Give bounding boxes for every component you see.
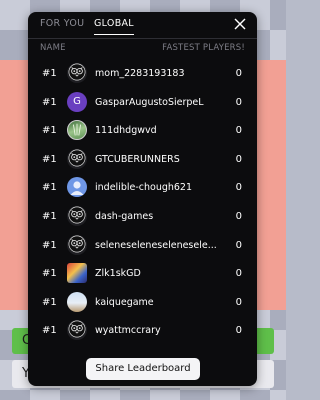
score-value: 0 [235,125,242,137]
score-value: 0 [235,268,242,280]
score-value: 0 [235,153,242,165]
username: kaiquegame [95,296,154,308]
score-value: 0 [235,210,242,222]
column-header: NAME FASTEST PLAYERS! [40,43,245,55]
leaderboard-tabs: FOR YOU GLOBAL [28,12,257,39]
rank-label: #1 [42,296,57,308]
tab-for-you[interactable]: FOR YOU [40,18,84,34]
photo-avatar [67,120,87,141]
score-value: 0 [235,96,242,108]
score-value: 0 [235,182,242,194]
score-value: 0 [235,68,242,79]
share-leaderboard-button[interactable]: Share Leaderboard [86,358,200,380]
table-row[interactable]: #1 G GasparAugustoSierpeL 0 [28,89,257,118]
score-value: 0 [235,296,242,308]
table-row[interactable]: #1 wyattmccrary 0 [28,317,257,346]
rank-label: #1 [42,325,57,337]
owl-logo-avatar [67,205,87,226]
table-row[interactable]: #1 GTCUBERUNNERS 0 [28,146,257,175]
table-row[interactable]: #1 111dhdgwvd 0 [28,117,257,146]
table-row[interactable]: #1 kaiquegame 0 [28,289,257,318]
username: GTCUBERUNNERS [95,153,180,165]
leaderboard-modal: FOR YOU GLOBAL NAME FASTEST PLAYERS! #1 m… [28,12,257,386]
username: indelible-chough621 [95,182,193,194]
rank-label: #1 [42,68,57,79]
rank-label: #1 [42,268,57,280]
tab-global[interactable]: GLOBAL [94,18,134,35]
owl-logo-avatar [67,148,87,169]
owl-logo-avatar [67,320,87,341]
table-row[interactable]: #1 dash-games 0 [28,203,257,232]
owl-logo-avatar [67,234,87,255]
username: Zlk1skGD [95,268,141,280]
rank-label: #1 [42,182,57,194]
rank-label: #1 [42,153,57,165]
person-avatar [67,177,87,198]
username: dash-games [95,210,154,222]
username: 111dhdgwvd [95,125,157,137]
username: mom_2283193183 [95,68,185,79]
close-icon[interactable] [233,17,247,31]
table-row[interactable]: #1 indelible-chough621 0 [28,174,257,203]
game-avatar [67,263,87,284]
column-fastest-label: FASTEST PLAYERS! [162,43,245,53]
room-photo-avatar [67,291,87,312]
score-value: 0 [235,325,242,337]
rank-label: #1 [42,210,57,222]
letter-avatar: G [67,91,87,112]
username: wyattmccrary [95,325,161,337]
avatar-letter: G [73,95,81,107]
username: GasparAugustoSierpeL [95,96,204,108]
leaderboard-list: #1 mom_2283193183 0 #1 G GasparAugustoSierpeL… [28,60,257,346]
rank-label: #1 [42,96,57,108]
score-value: 0 [235,239,242,251]
username: seleneseleneselenesele... [95,239,217,251]
owl-logo-avatar [67,63,87,83]
rank-label: #1 [42,239,57,251]
column-name-label: NAME [40,43,66,53]
table-row[interactable]: #1 Zlk1skGD 0 [28,260,257,289]
rank-label: #1 [42,125,57,137]
table-row[interactable]: #1 mom_2283193183 0 [28,60,257,89]
table-row[interactable]: #1 seleneseleneselenesele... 0 [28,232,257,261]
